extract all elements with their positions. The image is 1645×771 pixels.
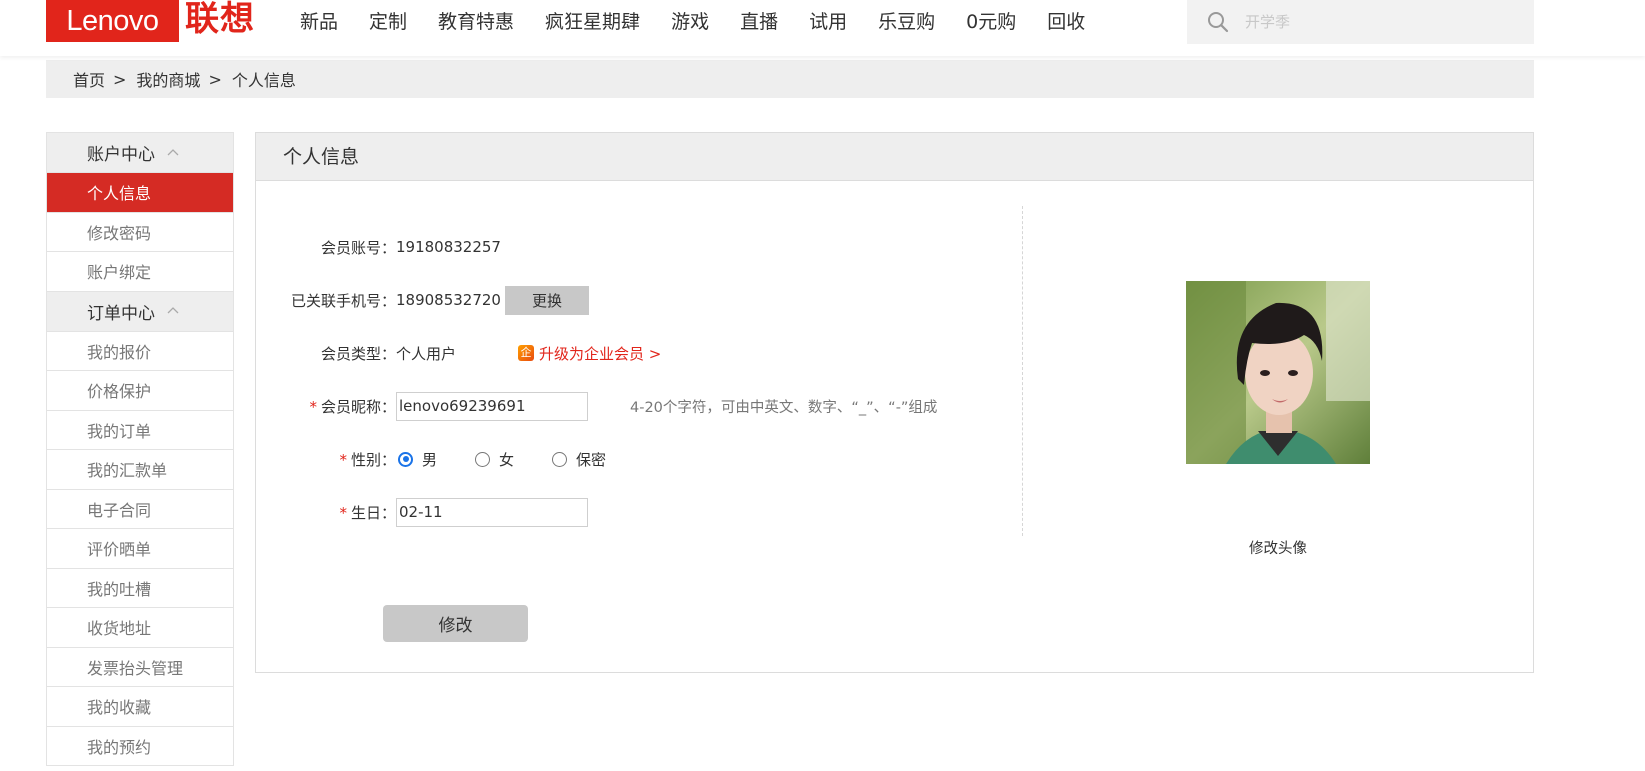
sidebar-item-quotes[interactable]: 我的报价 [47,331,233,371]
top-header: Lenovo 联想 新品 定制 教育特惠 疯狂星期肆 游戏 直播 试用 乐豆购 … [0,0,1645,56]
phone-label: 已关联手机号： [290,291,396,310]
gender-option-male[interactable]: 男 [398,449,437,470]
nav-item-crazy-thursday[interactable]: 疯狂星期肆 [545,0,640,44]
required-mark: * [339,503,347,522]
chevron-up-icon [167,148,179,155]
sidebar-item-addresses[interactable]: 收货地址 [47,608,233,648]
gender-radio-female[interactable] [475,451,491,467]
nav-item-new[interactable]: 新品 [300,0,338,44]
nav-item-live[interactable]: 直播 [740,0,778,44]
upgrade-enterprise-link[interactable]: 企 升级为企业会员 > [518,343,661,364]
breadcrumb: 首页 > 我的商城 > 个人信息 [46,60,1534,98]
gender-option-label: 女 [499,450,515,469]
nav-item-education[interactable]: 教育特惠 [438,0,514,44]
panel-divider [1022,206,1023,536]
gender-option-female[interactable]: 女 [475,449,514,470]
nickname-hint: 4-20个字符，可由中英文、数字、“_”、“-”组成 [630,399,938,416]
change-phone-button[interactable]: 更换 [504,285,589,315]
breadcrumb-separator: > [208,69,222,89]
birthday-label-text: 生日： [350,503,396,522]
nav-item-trial[interactable]: 试用 [809,0,847,44]
sidebar-group-label: 订单中心 [87,303,155,324]
sidebar-item-change-password[interactable]: 修改密码 [47,212,233,252]
sidebar-item-price-protection[interactable]: 价格保护 [47,371,233,411]
sidebar-item-profile[interactable]: 个人信息 [47,173,233,213]
gender-label-text: 性别： [350,450,396,469]
row-member-type: 会员类型： 个人用户 企 升级为企业会员 > [256,336,661,370]
nickname-input[interactable] [396,391,588,421]
top-nav: 新品 定制 教育特惠 疯狂星期肆 游戏 直播 试用 乐豆购 0元购 回收 [300,0,1116,44]
sidebar-item-invoice-titles[interactable]: 发票抬头管理 [47,647,233,687]
enterprise-icon: 企 [518,345,535,361]
nickname-label: * 会员昵称： [256,396,396,417]
gender-radio-secret[interactable] [552,451,568,467]
gender-option-label: 保密 [576,450,607,469]
member-type-value: 个人用户 [396,344,457,363]
gender-radio-male[interactable] [398,451,413,467]
row-account: 会员账号： 19180832257 [256,230,501,264]
avatar[interactable] [1186,281,1370,464]
sidebar-item-orders[interactable]: 我的订单 [47,410,233,450]
sidebar-item-remittances[interactable]: 我的汇款单 [47,450,233,490]
search-input[interactable] [1245,7,1515,37]
upgrade-enterprise-label: 升级为企业会员 > [539,344,662,363]
phone-value: 18908532720 [396,291,501,309]
row-birthday: * 生日： [256,495,588,529]
account-label: 会员账号： [320,238,396,257]
search-icon[interactable] [1207,11,1229,33]
birthday-label: * 生日： [256,502,396,523]
sidebar-item-reservations[interactable]: 我的预约 [47,726,233,766]
nav-item-custom[interactable]: 定制 [369,0,407,44]
row-phone: 已关联手机号： 18908532720 更换 [256,283,589,317]
chevron-up-icon [167,307,179,314]
row-gender: * 性别： 男 女 保密 [256,442,644,476]
breadcrumb-current: 个人信息 [231,71,296,90]
breadcrumb-my-mall[interactable]: 我的商城 [136,67,200,91]
panel-title: 个人信息 [256,133,1533,181]
breadcrumb-home[interactable]: 首页 [73,67,105,91]
profile-panel: 个人信息 会员账号： 19180832257 已关联手机号： 189085327… [255,132,1534,673]
nav-item-games[interactable]: 游戏 [671,0,709,44]
row-nickname: *会员昵称： 4-20个字符，可由中英文、数字、“_”、“-”组成 [256,389,937,423]
edit-avatar-link[interactable]: 修改头像 [1186,537,1370,558]
sidebar-item-reviews[interactable]: 评价晒单 [47,529,233,569]
sidebar-item-complaints[interactable]: 我的吐槽 [47,568,233,608]
account-value: 19180832257 [396,238,501,256]
sidebar: 账户中心 个人信息 修改密码 账户绑定 订单中心 我的报价 价格保护 我的订单 … [46,132,234,766]
member-type-label: 会员类型： [320,344,396,363]
nav-item-recycle[interactable]: 回收 [1047,0,1085,44]
breadcrumb-separator: > [113,69,127,89]
gender-option-secret[interactable]: 保密 [552,449,606,470]
sidebar-item-account-binding[interactable]: 账户绑定 [47,252,233,292]
gender-label: * 性别： [256,449,396,470]
sidebar-item-favorites[interactable]: 我的收藏 [47,687,233,727]
required-mark: * [339,450,347,469]
gender-options: 男 女 保密 [398,449,644,470]
nav-item-ledou[interactable]: 乐豆购 [878,0,935,44]
avatar-photo [1186,281,1370,464]
nickname-label-text: 会员昵称： [320,397,396,416]
logo-chinese: 联想 [185,0,255,39]
gender-option-label: 男 [422,450,438,469]
sidebar-group-label: 账户中心 [87,145,155,165]
submit-button[interactable]: 修改 [383,605,528,642]
sidebar-item-e-contracts[interactable]: 电子合同 [47,489,233,529]
nav-item-zero-yuan[interactable]: 0元购 [966,0,1016,44]
required-mark: * [309,397,317,416]
lenovo-logo[interactable]: Lenovo 联想 [46,0,255,42]
logo-english: Lenovo [46,0,179,42]
sidebar-group-orders[interactable]: 订单中心 [47,291,233,332]
birthday-input[interactable] [396,497,588,527]
search-box [1187,0,1534,44]
sidebar-group-account[interactable]: 账户中心 [47,133,233,173]
